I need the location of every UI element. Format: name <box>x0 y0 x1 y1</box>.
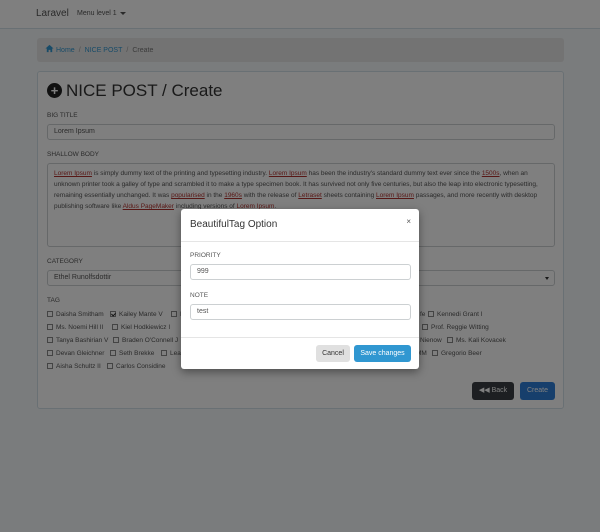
modal-header: BeautifulTag Option × <box>181 209 419 242</box>
note-input[interactable]: test <box>190 304 411 320</box>
note-label: NOTE <box>190 292 209 299</box>
modal-title: BeautifulTag Option <box>190 219 278 230</box>
modal-footer: Cancel Save changes <box>181 337 419 369</box>
priority-label: PRIORITY <box>190 252 221 259</box>
save-changes-button[interactable]: Save changes <box>354 345 411 362</box>
cancel-button[interactable]: Cancel <box>316 345 350 362</box>
priority-input[interactable]: 999 <box>190 264 411 280</box>
beautifultag-option-modal: BeautifulTag Option × PRIORITY 999 NOTE … <box>181 209 419 369</box>
close-icon[interactable]: × <box>406 217 411 226</box>
